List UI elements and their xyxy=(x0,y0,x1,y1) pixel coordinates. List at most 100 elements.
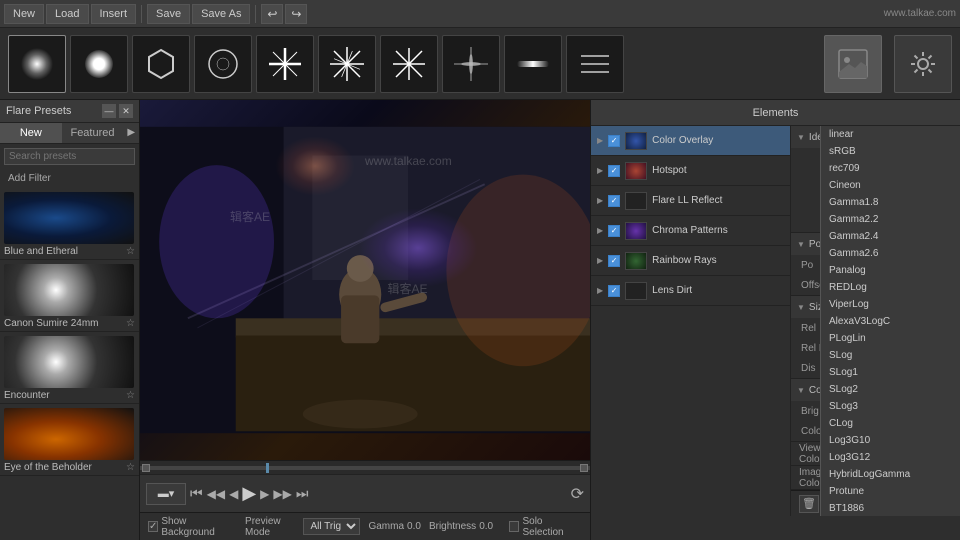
timeline-bar-container[interactable] xyxy=(140,460,590,474)
brush-star8[interactable] xyxy=(318,35,376,93)
show-bg-checkbox[interactable]: ✓ xyxy=(148,521,158,532)
element-checkbox[interactable]: ✓ xyxy=(608,135,620,147)
brush-star4[interactable] xyxy=(256,35,314,93)
dropdown-item[interactable]: PLogLin xyxy=(821,330,960,347)
add-filter-button[interactable]: Add Filter xyxy=(4,171,135,186)
presets-minimize-button[interactable]: — xyxy=(102,104,116,118)
new-button[interactable]: New xyxy=(4,4,44,24)
asterisk-icon xyxy=(391,46,427,82)
dropdown-item[interactable]: HybridLogGamma xyxy=(821,466,960,483)
preset-item[interactable]: Canon Sumire 24mm ☆ xyxy=(0,260,139,332)
skip-start-button[interactable]: ⏮ xyxy=(190,485,203,502)
brush-hard-circle[interactable] xyxy=(70,35,128,93)
timeline-right-handle[interactable] xyxy=(580,464,588,472)
timeline-left-handle[interactable] xyxy=(142,464,150,472)
dropdown-item[interactable]: SLog xyxy=(821,347,960,364)
settings-button[interactable] xyxy=(894,35,952,93)
tab-new[interactable]: New xyxy=(0,123,62,143)
dropdown-item[interactable]: AlexaV3LogC xyxy=(821,313,960,330)
dropdown-item[interactable]: Cineon xyxy=(821,177,960,194)
undo-button[interactable]: ↩ xyxy=(261,4,283,24)
dropdown-item[interactable]: rec709 xyxy=(821,160,960,177)
element-row[interactable]: ▶ ✓ Rainbow Rays xyxy=(591,246,790,276)
element-row[interactable]: ▶ ✓ Color Overlay xyxy=(591,126,790,156)
preview-mode-select[interactable]: All Trig xyxy=(303,518,360,535)
next-frame-button[interactable]: ▶▶ xyxy=(273,487,291,501)
brush-ring[interactable] xyxy=(194,35,252,93)
redo-button[interactable]: ↪ xyxy=(285,4,307,24)
search-input[interactable] xyxy=(4,148,135,165)
preset-item[interactable]: Blue and Etheral ☆ xyxy=(0,188,139,260)
frame-display[interactable]: ▬▾ xyxy=(146,483,186,505)
dropdown-item[interactable]: SLog2 xyxy=(821,381,960,398)
presets-scroll-right[interactable]: ▶ xyxy=(123,123,139,143)
delete-button[interactable]: 🗑 xyxy=(799,495,819,513)
brush-lines[interactable] xyxy=(566,35,624,93)
presets-close-button[interactable]: ✕ xyxy=(119,104,133,118)
star-icon[interactable]: ☆ xyxy=(126,462,135,473)
brush-row xyxy=(0,28,960,100)
insert-button[interactable]: Insert xyxy=(91,4,137,24)
step-back-button[interactable]: ◀ xyxy=(229,487,238,501)
loop-button[interactable]: ⟳ xyxy=(571,484,584,504)
solo-checkbox[interactable] xyxy=(509,521,519,532)
preset-item[interactable]: Eye of the Beholder ☆ xyxy=(0,404,139,476)
dropdown-item[interactable]: SLog1 xyxy=(821,364,960,381)
brush-flare-cross[interactable] xyxy=(442,35,500,93)
elements-header: Elements xyxy=(591,100,960,126)
preset-item[interactable]: Encounter ☆ xyxy=(0,332,139,404)
dropdown-item[interactable]: Gamma2.4 xyxy=(821,228,960,245)
save-button[interactable]: Save xyxy=(147,4,190,24)
expand-arrow: ▶ xyxy=(597,286,603,295)
element-thumbnail xyxy=(625,192,647,210)
prev-frame-button[interactable]: ◀◀ xyxy=(207,487,225,501)
dropdown-item[interactable]: BT1886 xyxy=(821,500,960,516)
dropdown-item[interactable]: Log3G12 xyxy=(821,449,960,466)
element-row[interactable]: ▶ ✓ Flare LL Reflect xyxy=(591,186,790,216)
dropdown-item[interactable]: Protune xyxy=(821,483,960,500)
tab-featured[interactable]: Featured xyxy=(62,123,124,143)
element-checkbox[interactable]: ✓ xyxy=(608,165,620,177)
star-icon[interactable]: ☆ xyxy=(126,318,135,329)
dropdown-item[interactable]: sRGB xyxy=(821,143,960,160)
preview-image-button[interactable] xyxy=(824,35,882,93)
timeline-playhead[interactable] xyxy=(266,463,269,473)
step-forward-button[interactable]: ▶ xyxy=(260,487,269,501)
transport-controls: ▬▾ ⏮ ◀◀ ◀ ▶ ▶ ▶▶ ⏭ ⟳ xyxy=(140,474,590,512)
color-bright-chevron: ▼ xyxy=(797,386,805,395)
save-as-button[interactable]: Save As xyxy=(192,4,250,24)
preview-mode-item: Preview Mode All Trig xyxy=(245,516,360,538)
brush-asterisk[interactable] xyxy=(380,35,438,93)
dropdown-item[interactable]: Gamma1.8 xyxy=(821,194,960,211)
element-row[interactable]: ▶ ✓ Chroma Patterns xyxy=(591,216,790,246)
element-checkbox[interactable]: ✓ xyxy=(608,225,620,237)
star-icon[interactable]: ☆ xyxy=(126,390,135,401)
dropdown-item[interactable]: REDLog xyxy=(821,279,960,296)
dropdown-item[interactable]: CLog xyxy=(821,415,960,432)
brush-streak[interactable] xyxy=(504,35,562,93)
element-checkbox[interactable]: ✓ xyxy=(608,285,620,297)
dropdown-item[interactable]: Panalog xyxy=(821,262,960,279)
scene-svg xyxy=(140,100,590,460)
dropdown-item[interactable]: ViperLog xyxy=(821,296,960,313)
load-button[interactable]: Load xyxy=(46,4,88,24)
dropdown-item[interactable]: linear xyxy=(821,126,960,143)
skip-end-button[interactable]: ⏭ xyxy=(296,485,309,502)
play-button[interactable]: ▶ xyxy=(242,483,256,504)
brush-hexagon[interactable] xyxy=(132,35,190,93)
element-checkbox[interactable]: ✓ xyxy=(608,255,620,267)
star8-icon xyxy=(329,46,365,82)
star-icon[interactable]: ☆ xyxy=(126,246,135,257)
element-name-label: Color Overlay xyxy=(652,135,784,146)
element-row[interactable]: ▶ ✓ Hotspot xyxy=(591,156,790,186)
dropdown-item[interactable]: Gamma2.6 xyxy=(821,245,960,262)
dropdown-item[interactable]: Log3G10 xyxy=(821,432,960,449)
dropdown-item[interactable]: Gamma2.2 xyxy=(821,211,960,228)
preview-canvas[interactable]: 辑客AE 辑客AE www.talkae.com xyxy=(140,100,590,460)
right-panel-inner: Elements ▶ ✓ Color Overlay ▶ ✓ Hotspot ▶… xyxy=(591,100,960,516)
element-checkbox[interactable]: ✓ xyxy=(608,195,620,207)
dropdown-item[interactable]: SLog3 xyxy=(821,398,960,415)
element-thumbnail xyxy=(625,252,647,270)
brush-soft-circle[interactable] xyxy=(8,35,66,93)
element-row[interactable]: ▶ ✓ Lens Dirt xyxy=(591,276,790,306)
